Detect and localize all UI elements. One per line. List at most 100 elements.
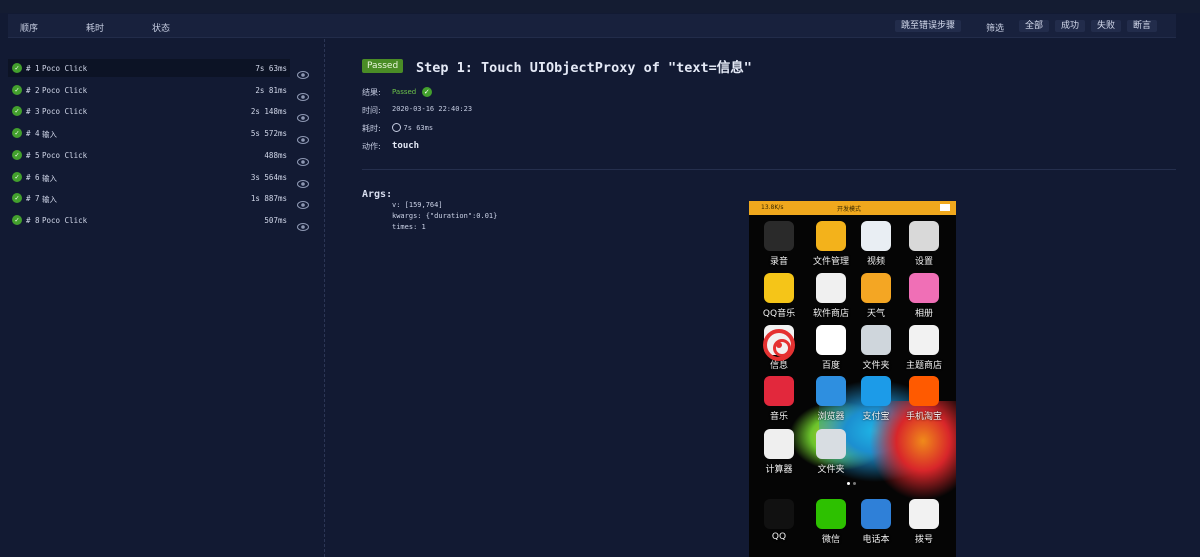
app-shortcut[interactable]: 拨号 (898, 499, 950, 545)
top-strip (0, 0, 1200, 13)
filter-assert-button[interactable]: 断言 (1127, 20, 1158, 32)
filter-success-button[interactable]: 成功 (1055, 20, 1086, 32)
check-icon: ✓ (12, 63, 22, 73)
step-number: # 1 (26, 64, 40, 73)
result-value: Passed (392, 88, 417, 96)
app-shortcut[interactable]: QQ音乐 (753, 273, 805, 319)
video-icon (861, 221, 891, 251)
app-label: 文件夹 (817, 465, 845, 475)
music-icon (764, 376, 794, 406)
step-name: Poco Click (42, 215, 88, 225)
step-name: Poco Click (42, 64, 88, 73)
step-name: 输入 (42, 130, 57, 140)
app-label: 录音 (769, 257, 788, 267)
device-screenshot[interactable]: 13.8K/s 开发模式 录音 文件管理 视频 设置 QQ音乐 软件商店 天气 相册 信息 百度文… (749, 201, 956, 557)
arg-line: v: [159,764] (392, 201, 443, 209)
battery-icon (940, 204, 950, 211)
arg-line: times: 1 (392, 223, 426, 231)
step-number: # 7 (26, 194, 40, 204)
step-duration: 3s 564ms (250, 172, 287, 182)
clock-icon (392, 123, 401, 132)
step-row[interactable]: ✓ # 6 输入 3s 564ms (8, 168, 290, 186)
app-label: 天气 (866, 309, 885, 319)
eye-icon[interactable] (297, 173, 309, 188)
app-label: QQ (771, 532, 787, 542)
eye-icon[interactable] (297, 86, 309, 101)
action-row: 动作: touch (362, 141, 419, 152)
result-value-wrap: Passed ✓ (392, 87, 432, 97)
app-shortcut[interactable]: 主题商店 (898, 325, 950, 371)
column-order[interactable]: 顺序 (20, 21, 38, 34)
app-shortcut[interactable]: 相册 (898, 273, 950, 319)
eye-icon[interactable] (297, 64, 309, 79)
duration-row: 耗时: 7s 63ms (362, 123, 433, 134)
check-icon: ✓ (12, 106, 22, 117)
step-duration: 7s 63ms (255, 64, 287, 73)
app-shortcut[interactable]: 音乐 (753, 376, 805, 422)
step-row[interactable]: ✓ # 4 输入 5s 572ms (8, 124, 290, 142)
app-label: 相册 (914, 309, 933, 319)
step-duration: 507ms (264, 215, 287, 225)
column-status[interactable]: 状态 (152, 21, 170, 34)
eye-icon[interactable] (297, 216, 309, 231)
dialer-icon (909, 499, 939, 529)
step-row[interactable]: ✓ # 8 Poco Click 507ms (8, 211, 290, 229)
time-row: 时间: 2020-03-16 22:40:23 (362, 105, 472, 116)
app-shortcut[interactable]: 视频 (850, 221, 902, 267)
filter-fail-button[interactable]: 失败 (1091, 20, 1122, 32)
file-manager-icon (816, 221, 846, 251)
step-name: Poco Click (42, 107, 88, 117)
column-time[interactable]: 耗时 (86, 21, 104, 34)
step-row[interactable]: ✓ # 3 Poco Click 2s 148ms (8, 102, 290, 120)
app-shortcut[interactable]: 录音 (753, 221, 805, 267)
app-shortcut[interactable]: 文件夹 (805, 429, 857, 475)
duration-value: 7s 63ms (403, 124, 434, 132)
eye-icon[interactable] (297, 107, 309, 123)
check-icon: ✓ (12, 171, 22, 182)
eye-icon[interactable] (297, 194, 309, 210)
duration-label: 耗时: (362, 124, 381, 133)
step-row[interactable]: ✓ # 2 Poco Click 2s 81ms (8, 81, 290, 99)
eye-icon[interactable] (297, 129, 309, 145)
app-shortcut[interactable]: 电话本 (850, 499, 902, 545)
app-shortcut[interactable]: 计算器 (753, 429, 805, 475)
app-shortcut[interactable]: 文件夹 (850, 325, 902, 371)
app-shortcut[interactable]: 支付宝 (850, 376, 902, 422)
check-icon: ✓ (421, 87, 432, 97)
qq-music-icon (764, 273, 794, 303)
app-label: 支付宝 (862, 412, 890, 422)
check-icon: ✓ (12, 128, 22, 139)
check-icon: ✓ (12, 193, 22, 204)
step-row[interactable]: ✓ # 7 输入 1s 887ms (8, 189, 290, 207)
app-shortcut[interactable]: 天气 (850, 273, 902, 319)
app-shortcut[interactable]: 设置 (898, 221, 950, 267)
theme-store-icon (909, 325, 939, 355)
step-name: 输入 (42, 173, 57, 183)
wechat-icon (816, 499, 846, 529)
check-icon: ✓ (12, 214, 22, 225)
taobao-icon (909, 376, 939, 406)
step-number: # 3 (26, 107, 40, 117)
step-row[interactable]: ✓ # 5 Poco Click 488ms (8, 146, 290, 164)
app-shortcut[interactable]: QQ (753, 499, 805, 542)
settings-icon (909, 221, 939, 251)
app-shortcut[interactable]: 手机淘宝 (898, 376, 950, 422)
phone-status-bar: 13.8K/s 开发模式 (749, 201, 956, 215)
folder-icon (861, 325, 891, 355)
toolbar: 顺序 耗时 状态 跳至错误步骤 筛选 全部 成功 失败 断言 (8, 14, 1176, 38)
app-label: 计算器 (765, 465, 793, 475)
step-duration: 2s 81ms (255, 85, 287, 95)
duration-value-wrap: 7s 63ms (392, 123, 433, 132)
step-duration: 2s 148ms (250, 107, 287, 117)
filter-all-button[interactable]: 全部 (1019, 20, 1050, 32)
step-row[interactable]: ✓ # 1 Poco Click 7s 63ms (8, 59, 290, 77)
result-row: 结果: Passed ✓ (362, 87, 432, 98)
app-label: 音乐 (769, 412, 788, 422)
app-label: 主题商店 (905, 361, 942, 371)
eye-icon[interactable] (297, 151, 309, 166)
step-duration: 488ms (264, 150, 287, 160)
args-title: Args: (362, 189, 393, 200)
step-title: Step 1: Touch UIObjectProxy of "text=信息" (416, 60, 752, 76)
jump-to-error-button[interactable]: 跳至错误步骤 (895, 20, 962, 32)
step-number: # 4 (26, 129, 40, 139)
